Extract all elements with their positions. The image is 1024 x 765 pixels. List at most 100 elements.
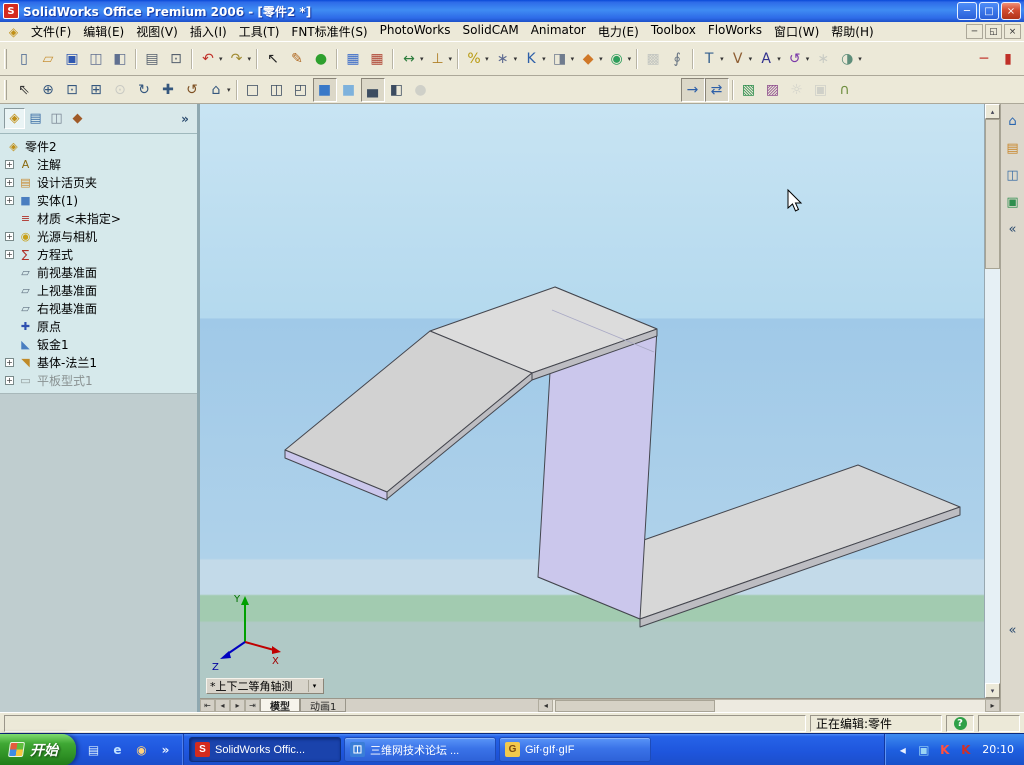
drawing-grid-icon[interactable]: ▦ [365,47,389,71]
menu-item-8[interactable]: Animator [525,21,592,42]
hidden-lines-removed-icon[interactable]: ◰ [289,78,313,102]
dropdown-arrow-icon[interactable]: ▾ [777,55,781,63]
help-icon[interactable]: ? [953,716,967,730]
tree-item[interactable]: ▱ 前视基准面 [2,263,197,281]
print-icon[interactable]: ▤ [140,47,164,71]
tree-item[interactable]: + ∑ 方程式 [2,245,197,263]
menu-item-6[interactable]: PhotoWorks [374,21,457,42]
section-view-icon[interactable]: ◧ [385,78,409,102]
menu-item-1[interactable]: 编辑(E) [77,21,130,42]
undo-icon[interactable]: ↶ ▾ [196,47,225,71]
hidden-lines-visible-icon[interactable]: ◫ [265,78,289,102]
menu-item-7[interactable]: SolidCAM [457,21,525,42]
scroll-up-button[interactable]: ▴ [985,104,1000,119]
tab-propertymanager[interactable]: ▤ [25,108,46,129]
model-tab[interactable]: 模型 [260,699,300,713]
save-icon[interactable]: ▣ [60,47,84,71]
start-button[interactable]: 开始 [0,733,76,765]
dropdown-arrow-icon[interactable]: ▾ [599,55,603,63]
zoom-in-out-icon[interactable]: ⊕ [36,78,60,102]
relations-icon[interactable]: ⊥ ▾ [426,47,455,71]
task-forum[interactable]: ◫ 三维网技术论坛 ... [344,737,496,762]
scroll-left-button[interactable]: ◂ [538,699,554,712]
tree-item[interactable]: + ▭ 平板型式1 [2,371,197,389]
tree-expand-toggle[interactable]: + [5,195,14,205]
mdi-close-button[interactable]: × [1004,24,1021,39]
simulation-icon[interactable]: ◉ ▾ [605,47,634,71]
file-explorer-icon[interactable]: ◫ [1004,166,1022,184]
tree-item[interactable]: + ▤ 设计活页夹 [2,173,197,191]
horizontal-scrollbar[interactable]: ◂ ▸ [538,699,1000,712]
tree-item[interactable]: ◣ 钣金1 [2,335,197,353]
menu-item-11[interactable]: FloWorks [702,21,768,42]
select-icon[interactable]: ↖ [261,47,285,71]
viewport[interactable]: Y X Z *上下二等角轴测 ▾ [200,104,984,698]
expand-toolbar-icon[interactable]: ▮ [996,47,1020,71]
internet-explorer-icon[interactable]: e [109,741,126,758]
floworks-icon[interactable]: ↺ ▾ [783,47,812,71]
standard-views-icon[interactable]: ⌂ ▾ [204,78,233,102]
normal-to-icon[interactable]: → [680,77,705,102]
apply-scene-icon[interactable]: ▧ [737,78,761,102]
tree-item[interactable]: ✚ 原点 [2,317,197,335]
menu-item-0[interactable]: 文件(F) [25,21,77,42]
collapse-lower-icon[interactable]: « [1004,621,1022,639]
panel-collapse-icon[interactable]: » [177,111,193,127]
make-assembly-icon[interactable]: ◧ [108,47,132,71]
tree-expand-toggle[interactable]: + [5,357,14,367]
dropdown-arrow-icon[interactable]: ▾ [720,55,724,63]
dropdown-arrow-icon[interactable]: ▾ [219,55,223,63]
rotate-3d-icon[interactable]: ↺ [180,78,204,102]
sketch-icon[interactable]: ✎ [285,47,309,71]
dropdown-arrow-icon[interactable]: ▾ [571,55,575,63]
measure-icon[interactable]: K ▾ [519,47,548,71]
solidworks-resources-icon[interactable]: ⌂ [1004,112,1022,130]
dropdown-arrow-icon[interactable]: ▾ [248,55,252,63]
section-tool-icon[interactable]: ◨ ▾ [548,47,577,71]
tab-next-button[interactable]: ▸ [230,699,245,712]
collapse-toolbar-icon[interactable]: ─ [972,47,996,71]
menu-item-4[interactable]: 工具(T) [233,21,286,42]
tree-item[interactable]: + ◉ 光源与相机 [2,227,197,245]
task-gif[interactable]: G Gif·gIf·gIF [499,737,651,762]
tray-network-icon[interactable]: ▣ [916,742,931,757]
curvature-display-icon[interactable]: ∩ [833,78,857,102]
tree-item[interactable]: ≡ 材质 <未指定> [2,209,197,227]
dropdown-arrow-icon[interactable]: ▾ [227,86,231,94]
tree-item[interactable]: ▱ 右视基准面 [2,299,197,317]
tree-expand-toggle[interactable]: + [5,177,14,187]
mdi-minimize-button[interactable]: ─ [966,24,983,39]
menu-item-5[interactable]: FNT标准件(S) [285,21,373,42]
tree-item[interactable]: + A 注解 [2,155,197,173]
shadows-icon[interactable]: ▄ [360,77,385,102]
redo-icon[interactable]: ↷ ▾ [225,47,254,71]
zoom-area-icon[interactable]: ⊞ [84,78,108,102]
dropdown-arrow-icon[interactable]: ▾ [542,55,546,63]
dropdown-arrow-icon[interactable]: ▾ [514,55,518,63]
curvature-tool-icon[interactable]: ◆ ▾ [576,47,605,71]
horizontal-scroll-thumb[interactable] [555,700,716,712]
collapse-taskpane-icon[interactable]: « [1004,220,1022,238]
toolbox-icon[interactable]: T ▾ [697,47,726,71]
menu-item-3[interactable]: 插入(I) [184,21,233,42]
pattern-icon[interactable]: ∗ ▾ [491,47,520,71]
horizontal-scroll-track[interactable] [553,699,985,712]
scroll-down-button[interactable]: ▾ [985,683,1000,698]
new-document-icon[interactable]: ▯ [12,47,36,71]
view-palette-icon[interactable]: ▣ [1004,193,1022,211]
tab-prev-button[interactable]: ◂ [215,699,230,712]
dropdown-arrow-icon[interactable]: ▾ [485,55,489,63]
shaded-with-edges-icon[interactable]: ■ [312,77,337,102]
view-orientation-dropdown-icon[interactable]: ▾ [308,680,320,692]
tree-item[interactable]: ▱ 上视基准面 [2,281,197,299]
animation-tab[interactable]: 动画1 [300,699,347,713]
tab-featuremanager[interactable]: ◈ [4,108,25,129]
wireframe-icon[interactable]: □ [241,78,265,102]
edit-scene-icon[interactable]: ▨ [761,78,785,102]
close-button[interactable]: × [1001,2,1021,20]
menu-item-2[interactable]: 视图(V) [130,21,184,42]
maximize-button[interactable]: □ [979,2,999,20]
tray-hide-icons-icon[interactable]: ◂ [895,742,910,757]
menu-item-13[interactable]: 帮助(H) [825,21,879,42]
make-drawing-icon[interactable]: ◫ [84,47,108,71]
